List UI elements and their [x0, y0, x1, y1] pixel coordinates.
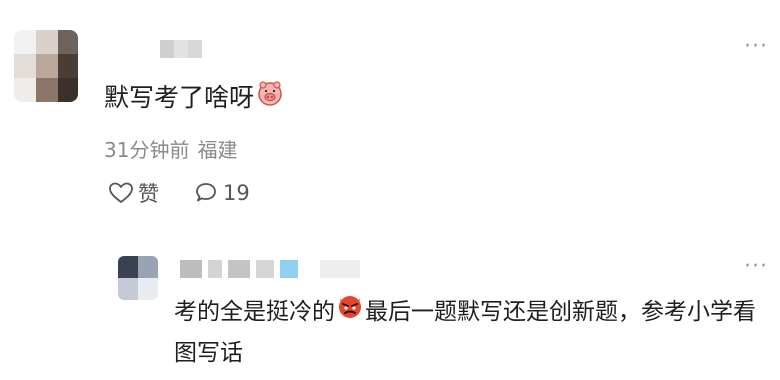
comment-bubble-icon	[196, 183, 216, 202]
reply-username-blurred[interactable]	[180, 260, 360, 278]
more-options-icon[interactable]: ···	[744, 36, 768, 58]
location: 福建	[197, 138, 238, 162]
like-label: 赞	[138, 182, 159, 206]
reply-text: 考的全是挺冷的 最后一题默写还是创新题，参考小学看图写话	[174, 292, 774, 373]
comment-meta: 31分钟前 福建	[104, 134, 237, 163]
username-blurred[interactable]	[160, 40, 202, 58]
comment-body: 默写考了啥呀	[104, 83, 255, 112]
heart-icon	[109, 182, 133, 203]
like-button[interactable]: 赞	[108, 178, 159, 208]
comment-actions: 赞 19	[108, 178, 250, 208]
reply-count: 19	[223, 181, 250, 205]
reply-more-options-icon[interactable]: ···	[744, 256, 768, 278]
reply-body-part1: 考的全是挺冷的	[174, 299, 335, 325]
angry-devil-emoji-icon	[336, 292, 364, 333]
reply-avatar[interactable]	[118, 256, 158, 300]
avatar[interactable]	[14, 30, 78, 102]
pig-emoji-icon	[257, 80, 283, 112]
reply-button[interactable]: 19	[193, 181, 250, 205]
timestamp: 31分钟前	[104, 138, 190, 162]
comment-text: 默写考了啥呀	[104, 78, 283, 114]
